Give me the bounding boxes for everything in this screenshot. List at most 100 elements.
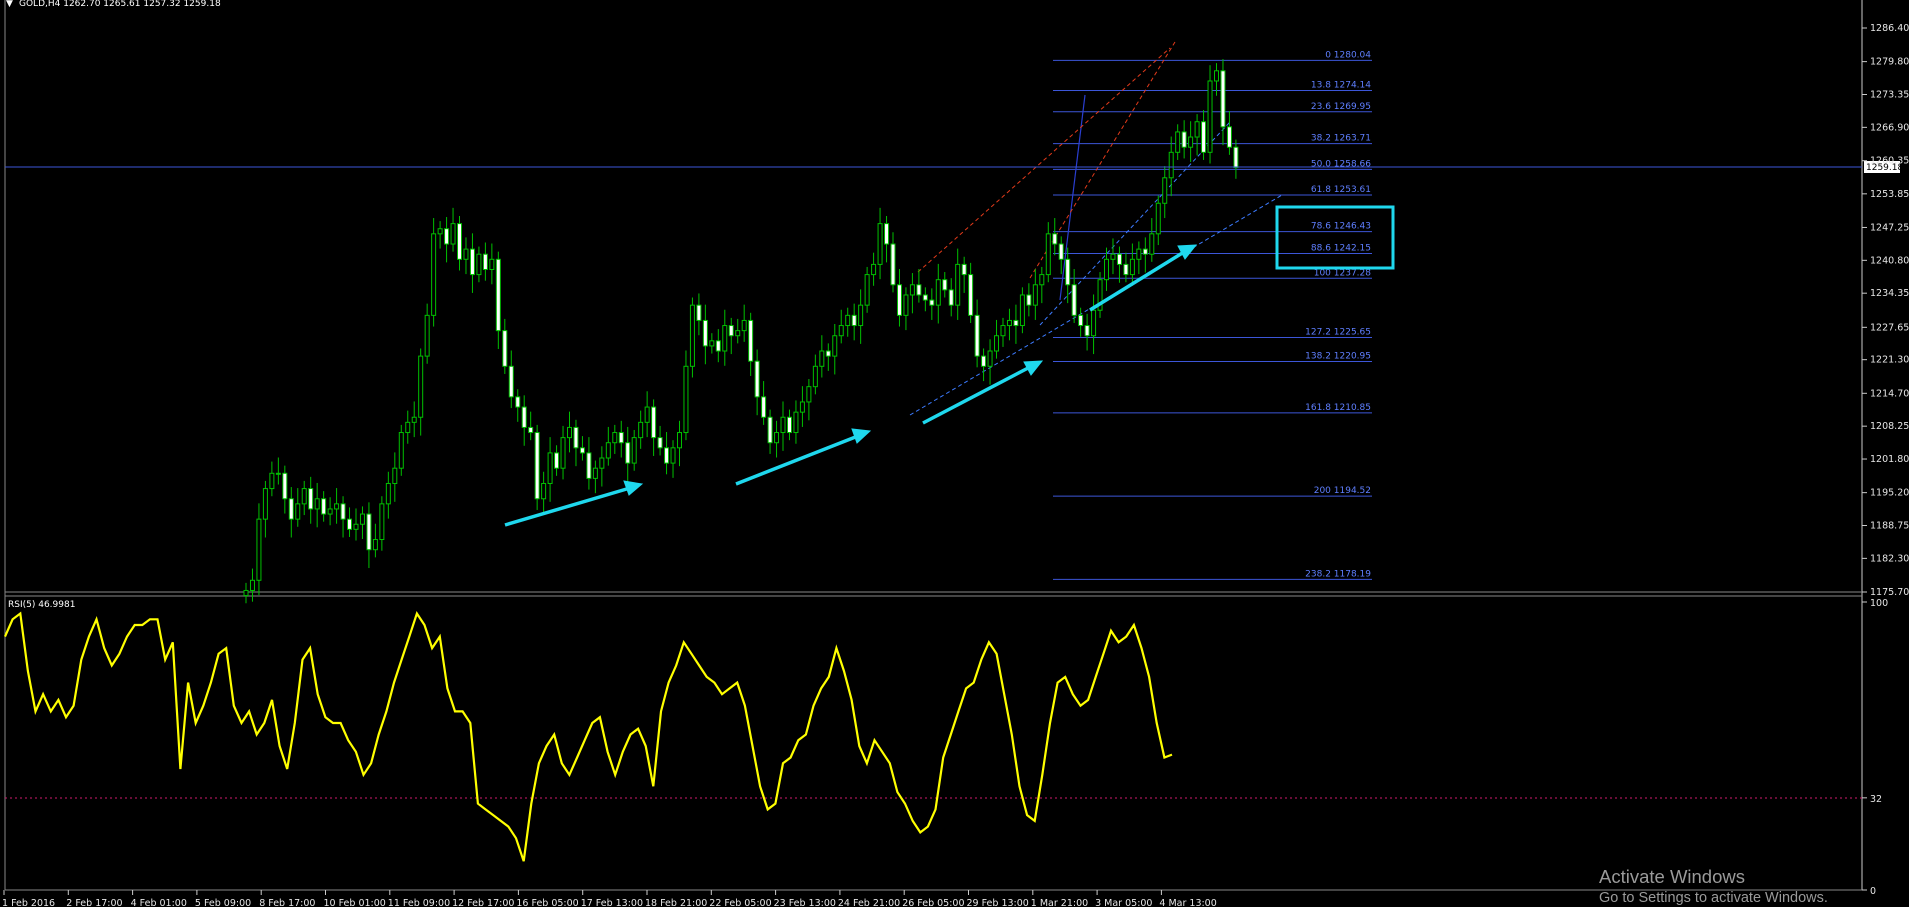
- candle-bear: [625, 442, 631, 464]
- candle-bull: [845, 314, 851, 327]
- candle-bear: [968, 274, 974, 316]
- candle-bear: [825, 350, 831, 357]
- candle-bull: [819, 350, 825, 367]
- candle-bear: [340, 503, 346, 520]
- candle-bull: [1019, 294, 1025, 327]
- steep-trend-line[interactable]: [1059, 94, 1086, 301]
- price-axis-label: 1234.35: [1870, 288, 1909, 299]
- candle-bull: [379, 503, 385, 541]
- candle-bull: [638, 421, 644, 439]
- candle-bull: [431, 233, 437, 316]
- arrow-1[interactable]: [504, 486, 631, 527]
- arrow-2[interactable]: [735, 434, 859, 486]
- candle-bear: [851, 314, 857, 327]
- candle-bull: [858, 304, 864, 327]
- time-axis-label: 3 Mar 05:00: [1095, 898, 1152, 907]
- fib-level-label: 0 1280.04: [1325, 50, 1371, 60]
- fib-level-label: 88.6 1242.15: [1311, 243, 1371, 253]
- highlight-box[interactable]: [1275, 205, 1395, 270]
- fib-level-label: 61.8 1253.61: [1311, 185, 1371, 195]
- candle-bull: [909, 284, 915, 296]
- candle-bull: [644, 406, 650, 423]
- candle-bear: [922, 294, 928, 301]
- candle-bull: [243, 589, 249, 597]
- candle-bull: [871, 263, 877, 276]
- chart-menu-marker[interactable]: ▼: [6, 0, 13, 9]
- time-axis-label: 23 Feb 13:00: [774, 898, 836, 907]
- candle-bear: [515, 396, 521, 408]
- candle-bull: [450, 223, 456, 245]
- time-axis[interactable]: 1 Feb 2016 2 Feb 17:00 4 Feb 01:00 5 Feb 09…: [2, 890, 1217, 907]
- annotation-arrows[interactable]: [504, 244, 1198, 527]
- candle-bull: [424, 314, 430, 357]
- price-axis-label: 1188.75: [1870, 521, 1909, 532]
- candle-bull: [592, 467, 598, 479]
- candle-bear: [579, 447, 585, 454]
- candle-bear: [495, 258, 501, 332]
- candle-bull: [864, 274, 870, 306]
- candle-bear: [321, 498, 327, 515]
- candle-bull: [249, 579, 255, 591]
- price-axis-label: 1247.25: [1870, 222, 1909, 233]
- fib-level-label: 23.6 1269.95: [1311, 102, 1371, 112]
- fib-level-label: 78.6 1246.43: [1311, 222, 1371, 232]
- arrow-3-head: [1023, 360, 1044, 376]
- candle-bear: [786, 416, 792, 434]
- candle-bull: [689, 304, 695, 367]
- candle-bear: [728, 325, 734, 337]
- candle-bull: [1188, 136, 1194, 148]
- candle-bear: [1116, 253, 1122, 265]
- candle-bull: [295, 503, 301, 520]
- price-axis-label: 1253.85: [1870, 189, 1909, 200]
- candle-bull: [547, 452, 553, 484]
- arrow-1-head: [623, 480, 644, 496]
- price-axis[interactable]: 1286.40 1279.80 1273.35 1266.90 1260.35 1253.…: [1862, 23, 1909, 598]
- candle-bull: [1162, 177, 1168, 204]
- time-axis-label: 22 Feb 05:00: [709, 898, 771, 907]
- candle-bear: [929, 299, 935, 306]
- candle-bull: [1175, 131, 1181, 153]
- candle-bull: [935, 279, 941, 306]
- candle-bull: [735, 330, 741, 337]
- candle-bull: [1104, 258, 1110, 281]
- price-axis-label: 1240.80: [1870, 255, 1909, 266]
- candle-bull: [1194, 121, 1200, 138]
- price-axis-label: 1227.65: [1870, 322, 1909, 333]
- candle-bull: [275, 472, 281, 475]
- price-axis-label: 1195.20: [1870, 488, 1909, 499]
- time-axis-label: 16 Feb 05:00: [516, 898, 578, 907]
- time-axis-label: 1 Mar 21:00: [1031, 898, 1088, 907]
- arrow-4-head: [1177, 244, 1198, 260]
- candle-bear: [508, 365, 514, 398]
- time-axis-label: 17 Feb 13:00: [581, 898, 643, 907]
- candle-bear: [282, 472, 288, 500]
- candle-bear: [974, 314, 980, 357]
- fib-level-label: 200 1194.52: [1314, 486, 1371, 496]
- candle-bull: [1155, 202, 1161, 235]
- time-axis-label: 24 Feb 21:00: [838, 898, 900, 907]
- candle-bull: [1091, 309, 1097, 337]
- candle-bear: [961, 263, 967, 276]
- candle-bear: [884, 223, 890, 245]
- candle-bull: [411, 416, 417, 423]
- candle-bear: [1013, 319, 1019, 327]
- candle-bull: [631, 437, 637, 464]
- candle-bear: [890, 243, 896, 286]
- candle-bear: [651, 406, 657, 439]
- candle-bull: [1032, 284, 1038, 306]
- candle-bear: [534, 432, 540, 500]
- trend-channel-lines[interactable]: [909, 41, 1283, 416]
- candle-bear: [1065, 258, 1071, 286]
- candle-bear: [1052, 233, 1058, 245]
- candle-bear: [896, 284, 902, 316]
- trading-chart[interactable]: ▼ GOLD,H4 1262.70 1265.61 1257.32 1259.1…: [0, 0, 1909, 907]
- candle-bull: [1045, 233, 1051, 276]
- red-channel-upper[interactable]: [917, 47, 1171, 273]
- candle-bear: [761, 396, 767, 418]
- time-axis-label: 26 Feb 05:00: [902, 898, 964, 907]
- candle-bear: [1220, 70, 1226, 128]
- time-axis-label: 12 Feb 17:00: [452, 898, 514, 907]
- candle-bear: [981, 355, 987, 367]
- candle-bull: [567, 426, 572, 439]
- candle-bull: [1168, 151, 1174, 179]
